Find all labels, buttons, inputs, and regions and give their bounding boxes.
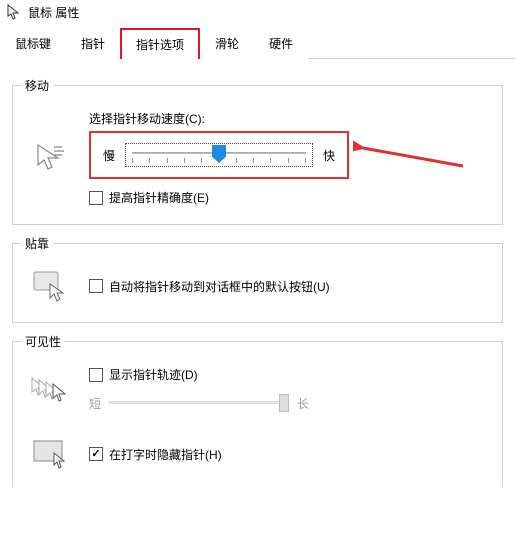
group-visibility: 可见性 显示指针轨迹(D) 短 (12, 341, 503, 487)
trail-long-label: 长 (297, 395, 309, 412)
tab-label: 指针 (81, 37, 105, 51)
mouse-icon (6, 5, 22, 21)
tab-pointers[interactable]: 指针 (66, 28, 120, 59)
group-snap: 贴靠 自动将指针移动到对话框中的默认按钮(U) (12, 243, 503, 323)
snap-default-label: 自动将指针移动到对话框中的默认按钮(U) (109, 278, 330, 295)
group-title-snap: 贴靠 (21, 235, 53, 252)
pointer-trail-icon (25, 376, 77, 408)
group-movement: 移动 选择指针移动速度(C): 慢 快 (12, 85, 503, 225)
slow-label: 慢 (103, 147, 115, 164)
tab-label: 鼠标键 (15, 37, 51, 51)
speed-highlight-box: 慢 快 (89, 131, 349, 179)
trail-length-slider (109, 393, 289, 413)
fast-label: 快 (323, 147, 335, 164)
tab-wheel[interactable]: 滑轮 (200, 28, 254, 59)
window-title: 鼠标 属性 (28, 4, 79, 21)
cursor-speed-icon (25, 141, 77, 175)
hide-typing-icon (25, 439, 77, 469)
title-bar: 鼠标 属性 (0, 0, 515, 25)
tab-label: 指针选项 (136, 38, 184, 52)
snap-default-checkbox[interactable] (89, 279, 103, 293)
group-title-visibility: 可见性 (21, 333, 65, 350)
snap-icon (25, 268, 77, 304)
hide-typing-checkbox[interactable] (89, 447, 103, 461)
pointer-speed-slider[interactable] (125, 143, 313, 167)
tab-bar: 鼠标键 指针 指针选项 滑轮 硬件 (0, 27, 515, 59)
dialog-content: 移动 选择指针移动速度(C): 慢 快 (0, 59, 515, 487)
tab-label: 滑轮 (215, 37, 239, 51)
enhance-precision-checkbox[interactable] (89, 191, 103, 205)
show-trail-label: 显示指针轨迹(D) (109, 366, 198, 383)
tab-hardware[interactable]: 硬件 (254, 28, 308, 59)
group-title-movement: 移动 (21, 77, 53, 94)
speed-label: 选择指针移动速度(C): (89, 110, 490, 127)
tab-pointer-options[interactable]: 指针选项 (120, 28, 200, 59)
enhance-precision-label: 提高指针精确度(E) (109, 189, 209, 206)
tab-buttons[interactable]: 鼠标键 (0, 28, 66, 59)
hide-typing-label: 在打字时隐藏指针(H) (109, 446, 222, 463)
show-trail-checkbox[interactable] (89, 368, 103, 382)
tab-label: 硬件 (269, 37, 293, 51)
trail-short-label: 短 (89, 395, 101, 412)
